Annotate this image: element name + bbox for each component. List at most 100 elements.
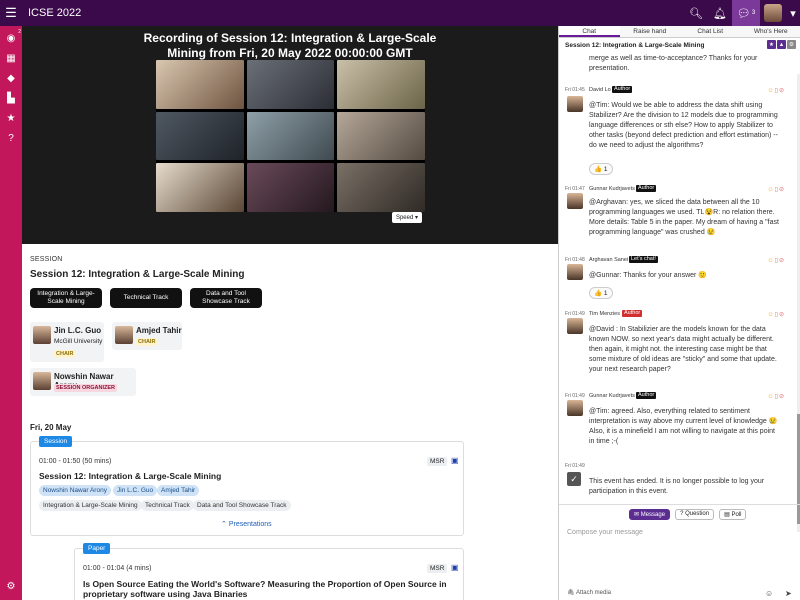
- emoji-icon[interactable]: ☺: [765, 589, 773, 598]
- live-icon[interactable]: ◉ 2: [0, 28, 22, 48]
- person-chip[interactable]: Amjed Tahir: [157, 485, 200, 496]
- star-icon[interactable]: ★: [767, 40, 776, 49]
- speed-button[interactable]: Speed ▾: [391, 212, 422, 223]
- person-chip[interactable]: Jin L.C. Guo: [113, 485, 158, 496]
- track-button[interactable]: Integration & Large-Scale Mining: [30, 288, 102, 308]
- poll-mode-button[interactable]: ▤ Poll: [719, 509, 747, 520]
- question-mode-button[interactable]: ? Question: [675, 509, 715, 520]
- message-line: @Arghavan: yes, we sliced the data betwe…: [589, 199, 760, 206]
- block-icon[interactable]: ⊘: [779, 394, 785, 400]
- message-time: Fri 01:48: [565, 257, 585, 263]
- message-time: Fri 01:49: [565, 311, 585, 317]
- message-text: This event has ended. It is no longer po…: [589, 477, 785, 497]
- avatar: [567, 400, 583, 416]
- add-calendar-icon[interactable]: ▣: [451, 456, 459, 465]
- chevron-down-icon[interactable]: ▾: [786, 0, 800, 26]
- message-actions[interactable]: ☺▯⊘: [768, 87, 785, 94]
- reaction-chip[interactable]: 👍 1: [589, 287, 613, 299]
- video-title: Recording of Session 12: Integration & L…: [22, 31, 558, 61]
- tab-chat-list[interactable]: Chat List: [680, 26, 741, 37]
- person-affiliation: McGill University: [54, 338, 103, 345]
- tab-whos-here[interactable]: Who's Here: [741, 26, 800, 37]
- sponsors-icon[interactable]: ▙: [0, 88, 22, 108]
- event-title[interactable]: Session 12: Integration & Large-Scale Mi…: [39, 471, 221, 481]
- emoji-icon[interactable]: ☺: [768, 394, 775, 400]
- tab-chat[interactable]: Chat: [559, 26, 620, 37]
- participant-tile: [246, 163, 335, 212]
- session-panel: SESSION Session 12: Integration & Large-…: [22, 244, 558, 600]
- video-player[interactable]: Recording of Session 12: Integration & L…: [22, 26, 558, 244]
- session-event-card[interactable]: Session 01:00 - 01:50 (50 mins) MSR ▣ Se…: [30, 436, 464, 536]
- search-icon[interactable]: 🔍︎: [684, 0, 708, 26]
- presentations-toggle[interactable]: ⌃ Presentations: [221, 520, 272, 528]
- gear-icon[interactable]: ⚙: [787, 40, 796, 49]
- block-icon[interactable]: ⊘: [779, 312, 785, 318]
- pin-icon[interactable]: ▲: [777, 40, 786, 49]
- block-icon[interactable]: ⊘: [779, 187, 785, 193]
- date-heading: Fri, 20 May: [30, 423, 72, 432]
- event-time: 01:00 - 01:04 (4 mins): [83, 565, 152, 572]
- person-card[interactable]: Jin L.C. Guo McGill University CHAIR: [30, 322, 104, 362]
- track-button[interactable]: Data and Tool Showcase Track: [190, 288, 262, 308]
- person-card[interactable]: Nowshin Nawar Arony SESSION ORGANIZER: [30, 368, 136, 396]
- event-tag: Session: [39, 436, 73, 447]
- event-title-line: Is Open Source Eating the World's Softwa…: [83, 579, 447, 589]
- paper-event-card[interactable]: Paper 01:00 - 01:04 (4 mins) MSR ▣ Is Op…: [74, 543, 464, 600]
- track-button[interactable]: Technical Track: [110, 288, 182, 308]
- person-chip[interactable]: Nowshin Nawar Arony: [39, 485, 111, 496]
- tag-icon[interactable]: ◆: [0, 68, 22, 88]
- track-chip[interactable]: Technical Track: [141, 500, 194, 511]
- message-actions[interactable]: ☺▯⊘: [768, 393, 785, 400]
- user-avatar[interactable]: [764, 4, 782, 22]
- menu-icon[interactable]: ☰: [0, 0, 22, 26]
- track-chip[interactable]: Integration & Large-Scale Mining: [39, 500, 142, 511]
- message-line: programming language" was crushed 😢: [589, 229, 716, 236]
- emoji-icon[interactable]: ☺: [768, 312, 775, 318]
- message-line: your next research paper?: [589, 366, 671, 373]
- message-user[interactable]: David Lo: [589, 87, 611, 93]
- message-user[interactable]: Gunnar Kudrjavets: [589, 186, 635, 192]
- message-user[interactable]: Gunnar Kudrjavets: [589, 393, 635, 399]
- gear-icon[interactable]: ⚙: [0, 576, 22, 596]
- message-text: @David : In Stabilizier are the models k…: [589, 325, 785, 375]
- bell-icon[interactable]: 🔔︎: [708, 0, 732, 26]
- participant-tile: [337, 111, 425, 161]
- speed-label: Speed: [395, 215, 414, 221]
- message-line: in time ;-(: [589, 438, 619, 445]
- tab-raise-hand[interactable]: Raise hand: [620, 26, 681, 37]
- help-icon[interactable]: ?: [0, 128, 22, 148]
- message-text: @Arghavan: yes, we sliced the data betwe…: [589, 198, 785, 238]
- message-line: known NOW. so next year's data might act…: [589, 336, 774, 343]
- emoji-icon[interactable]: ☺: [768, 88, 775, 94]
- message-line: Also, it is a minefield I am not willing…: [589, 428, 775, 435]
- chat-count-badge: 3: [751, 10, 756, 16]
- calendar-icon[interactable]: ▦: [0, 48, 22, 68]
- participant-tile: [337, 163, 425, 212]
- compose-mode-buttons: ✉ Message ? Question ▤ Poll: [629, 509, 747, 520]
- message-user[interactable]: Tim Menzies: [589, 311, 620, 317]
- attach-media-button[interactable]: 🖇︎ Attach media: [567, 589, 611, 596]
- left-nav: ◉ 2 ▦ ◆ ▙ ★ ? ⚙: [0, 26, 22, 600]
- message-actions[interactable]: ☺▯⊘: [768, 311, 785, 318]
- add-calendar-icon[interactable]: ▣: [451, 563, 459, 572]
- compose-input[interactable]: Compose your message: [567, 529, 643, 536]
- venue-badge: MSR: [427, 564, 448, 573]
- message-mode-button[interactable]: ✉ Message: [629, 509, 671, 520]
- message-line: then again, it might not. the interestin…: [589, 346, 767, 353]
- block-icon[interactable]: ⊘: [779, 88, 785, 94]
- chat-toggle-button[interactable]: 💬︎ 3: [732, 0, 760, 26]
- top-bar: ☰ ICSE 2022 🔍︎ 🔔︎ 💬︎ 3 ▾: [0, 0, 800, 26]
- message-actions[interactable]: ☺▯⊘: [768, 186, 785, 193]
- emoji-icon[interactable]: ☺: [768, 187, 775, 193]
- message-user[interactable]: Arghavan Sanei: [589, 257, 628, 263]
- send-icon[interactable]: ➤: [785, 589, 792, 598]
- emoji-icon[interactable]: ☺: [768, 258, 775, 264]
- track-chip[interactable]: Data and Tool Showcase Track: [193, 500, 291, 511]
- chat-tabs: Chat Raise hand Chat List Who's Here: [559, 26, 800, 38]
- block-icon[interactable]: ⊘: [779, 258, 785, 264]
- person-card[interactable]: Amjed Tahir CHAIR: [112, 322, 182, 350]
- message-actions[interactable]: ☺▯⊘: [768, 257, 785, 264]
- event-title[interactable]: Is Open Source Eating the World's Softwa…: [83, 579, 453, 599]
- star-icon[interactable]: ★: [0, 108, 22, 128]
- reaction-chip[interactable]: 👍 1: [589, 163, 613, 175]
